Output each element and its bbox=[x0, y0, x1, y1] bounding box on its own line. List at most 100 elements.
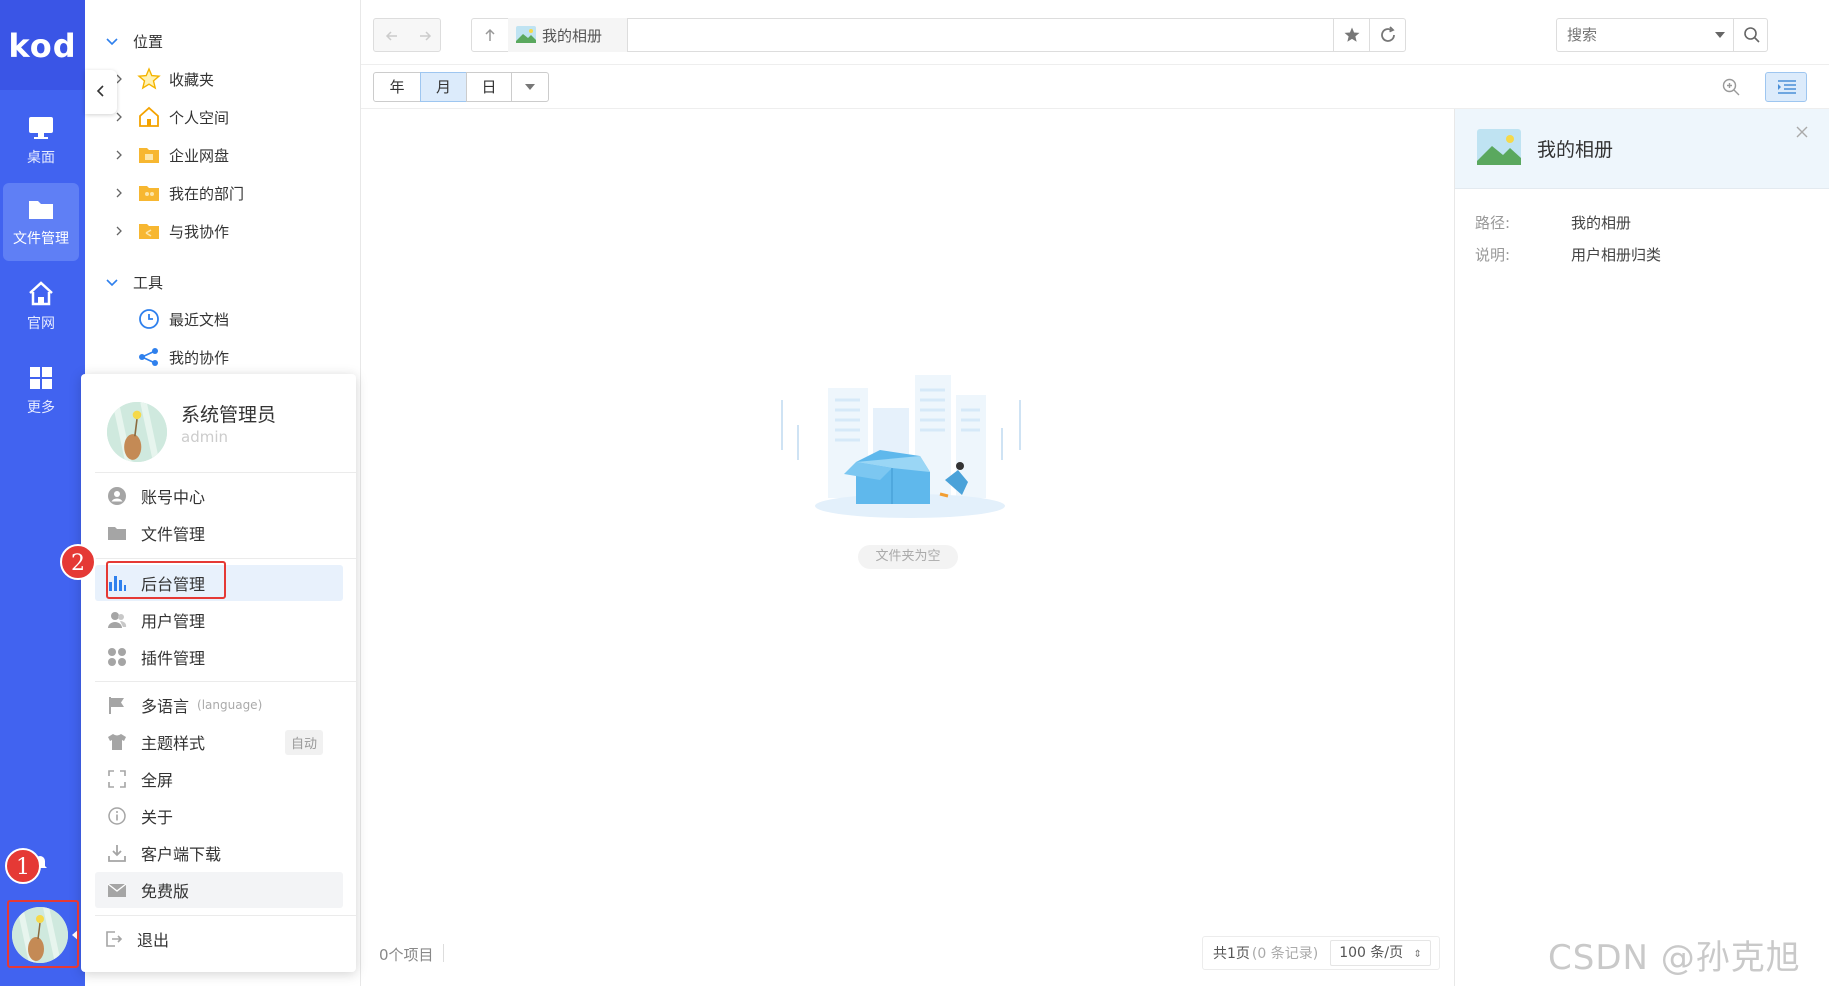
rail-item-label: 更多 bbox=[27, 400, 55, 416]
view-year-button[interactable]: 年 bbox=[373, 72, 421, 102]
page-count: 共1页 bbox=[1213, 946, 1250, 962]
status-divider bbox=[443, 944, 444, 962]
description-value: 用户相册归类 bbox=[1571, 246, 1662, 264]
caret-down-icon[interactable] bbox=[1715, 32, 1725, 38]
address-bar[interactable]: 我的相册 bbox=[471, 18, 1406, 52]
chevron-down-icon bbox=[106, 278, 118, 286]
menu-item-label: 全屏 bbox=[141, 771, 174, 790]
view-options-dropdown[interactable] bbox=[511, 72, 549, 102]
up-arrow-icon[interactable] bbox=[482, 27, 498, 43]
tree-item-label: 与我协作 bbox=[169, 222, 230, 241]
search-icon bbox=[1744, 27, 1760, 43]
flag-icon bbox=[109, 697, 124, 714]
rail-item-website[interactable]: 官网 bbox=[3, 268, 79, 346]
menu-item-free-version[interactable]: 免费版 bbox=[95, 872, 343, 908]
tree-item-enterprise-drive[interactable]: 企业网盘 bbox=[113, 142, 229, 168]
item-count: 0个项目 bbox=[379, 946, 434, 964]
info-panel: 我的相册 路径: 我的相册 说明: 用户相册归类 bbox=[1454, 109, 1829, 986]
tree-item-my-department[interactable]: 我在的部门 bbox=[113, 180, 244, 206]
per-page-select[interactable]: 100 条/页 ⇕ bbox=[1330, 940, 1431, 966]
tree-item-label: 我的协作 bbox=[169, 348, 230, 367]
menu-item-client-download[interactable]: 客户端下载 bbox=[95, 835, 343, 871]
section-label: 工具 bbox=[133, 274, 164, 292]
tree-item-favorites[interactable]: 收藏夹 bbox=[113, 66, 214, 92]
per-page-value: 100 条/页 bbox=[1339, 945, 1404, 961]
favorite-button[interactable] bbox=[1333, 18, 1369, 52]
menu-item-file-manage[interactable]: 文件管理 bbox=[95, 515, 343, 551]
tree-item-personal-space[interactable]: 个人空间 bbox=[113, 104, 229, 130]
user-display-name: 系统管理员 bbox=[181, 404, 277, 426]
rail-item-desktop[interactable]: 桌面 bbox=[3, 102, 79, 180]
info-panel-toggle[interactable] bbox=[1765, 72, 1807, 102]
monitor-icon bbox=[29, 117, 53, 139]
search-button[interactable] bbox=[1733, 18, 1769, 52]
chevron-right-icon bbox=[116, 112, 122, 122]
star-icon bbox=[1344, 27, 1360, 42]
tree-item-label: 企业网盘 bbox=[169, 146, 230, 165]
menu-item-label: 文件管理 bbox=[141, 525, 206, 544]
section-tools[interactable]: 工具 bbox=[105, 272, 163, 293]
description-label: 说明: bbox=[1475, 246, 1511, 264]
path-label: 路径: bbox=[1475, 214, 1511, 232]
menu-item-user-manage[interactable]: 用户管理 bbox=[95, 602, 343, 638]
history-nav bbox=[373, 18, 441, 52]
enterprise-folder-icon bbox=[139, 148, 159, 163]
tree-item-recent-docs[interactable]: 最近文档 bbox=[137, 306, 229, 332]
refresh-button[interactable] bbox=[1369, 18, 1405, 52]
chevron-right-icon bbox=[116, 226, 122, 236]
chevron-left-icon bbox=[96, 85, 104, 97]
rail-item-label: 官网 bbox=[27, 316, 55, 332]
menu-item-label: 退出 bbox=[137, 931, 170, 950]
pagination: 共1页 (0 条记录) 100 条/页 ⇕ bbox=[1202, 936, 1440, 970]
section-location[interactable]: 位置 bbox=[105, 31, 163, 52]
tree-item-my-collab[interactable]: 我的协作 bbox=[137, 344, 229, 370]
tree-item-label: 收藏夹 bbox=[169, 70, 215, 89]
menu-item-account-center[interactable]: 账号中心 bbox=[95, 478, 343, 514]
back-arrow-icon[interactable] bbox=[384, 28, 400, 44]
user-circle-icon bbox=[108, 487, 126, 505]
users-icon bbox=[108, 612, 127, 628]
picture-icon bbox=[1477, 129, 1521, 165]
shirt-icon bbox=[108, 734, 126, 750]
zoom-in-icon[interactable] bbox=[1721, 77, 1741, 97]
menu-item-language[interactable]: 多语言 (language) bbox=[95, 687, 343, 723]
envelope-icon bbox=[107, 883, 127, 897]
view-day-button[interactable]: 日 bbox=[466, 72, 512, 102]
caret-down-icon bbox=[525, 84, 535, 90]
department-folder-icon bbox=[139, 186, 159, 201]
app-rail: kod 桌面 文件管理 官网 更多 bbox=[0, 0, 85, 986]
search-box[interactable] bbox=[1556, 18, 1768, 52]
info-icon bbox=[108, 807, 126, 825]
info-panel-header: 我的相册 bbox=[1455, 109, 1829, 189]
section-label: 位置 bbox=[133, 33, 164, 51]
clock-icon bbox=[139, 309, 159, 329]
rail-item-file-manager[interactable]: 文件管理 bbox=[3, 183, 79, 261]
home-icon bbox=[29, 281, 53, 306]
house-icon bbox=[139, 106, 159, 127]
kod-logo[interactable]: kod bbox=[0, 0, 85, 90]
avatar-illustration-icon bbox=[107, 402, 167, 462]
menu-item-label: 用户管理 bbox=[141, 612, 206, 631]
rail-item-more[interactable]: 更多 bbox=[3, 352, 79, 430]
menu-item-label: 关于 bbox=[141, 808, 174, 827]
view-month-button[interactable]: 月 bbox=[420, 72, 467, 102]
sidebar-collapse-button[interactable] bbox=[85, 70, 117, 114]
tree-item-shared-with-me[interactable]: 与我协作 bbox=[113, 218, 229, 244]
search-input[interactable] bbox=[1567, 25, 1707, 45]
forward-arrow-icon[interactable] bbox=[417, 28, 433, 44]
share-icon bbox=[139, 348, 158, 366]
annotation-badge-2: 2 bbox=[60, 544, 96, 580]
menu-divider bbox=[95, 558, 356, 559]
path-value[interactable]: 我的相册 bbox=[1571, 212, 1631, 233]
annotation-box-admin bbox=[106, 561, 226, 599]
breadcrumb[interactable]: 我的相册 bbox=[508, 18, 628, 52]
close-icon[interactable] bbox=[1795, 125, 1809, 139]
menu-item-logout[interactable]: 退出 bbox=[91, 921, 339, 957]
menu-item-plugin-manage[interactable]: 插件管理 bbox=[95, 639, 343, 675]
menu-item-theme[interactable]: 主题样式 自动 bbox=[95, 724, 343, 760]
toolbar: 我的相册 bbox=[361, 0, 1829, 65]
menu-item-about[interactable]: 关于 bbox=[95, 798, 343, 834]
menu-item-fullscreen[interactable]: 全屏 bbox=[95, 761, 343, 797]
theme-auto-tag: 自动 bbox=[284, 730, 323, 755]
empty-folder-illustration bbox=[781, 375, 1021, 518]
